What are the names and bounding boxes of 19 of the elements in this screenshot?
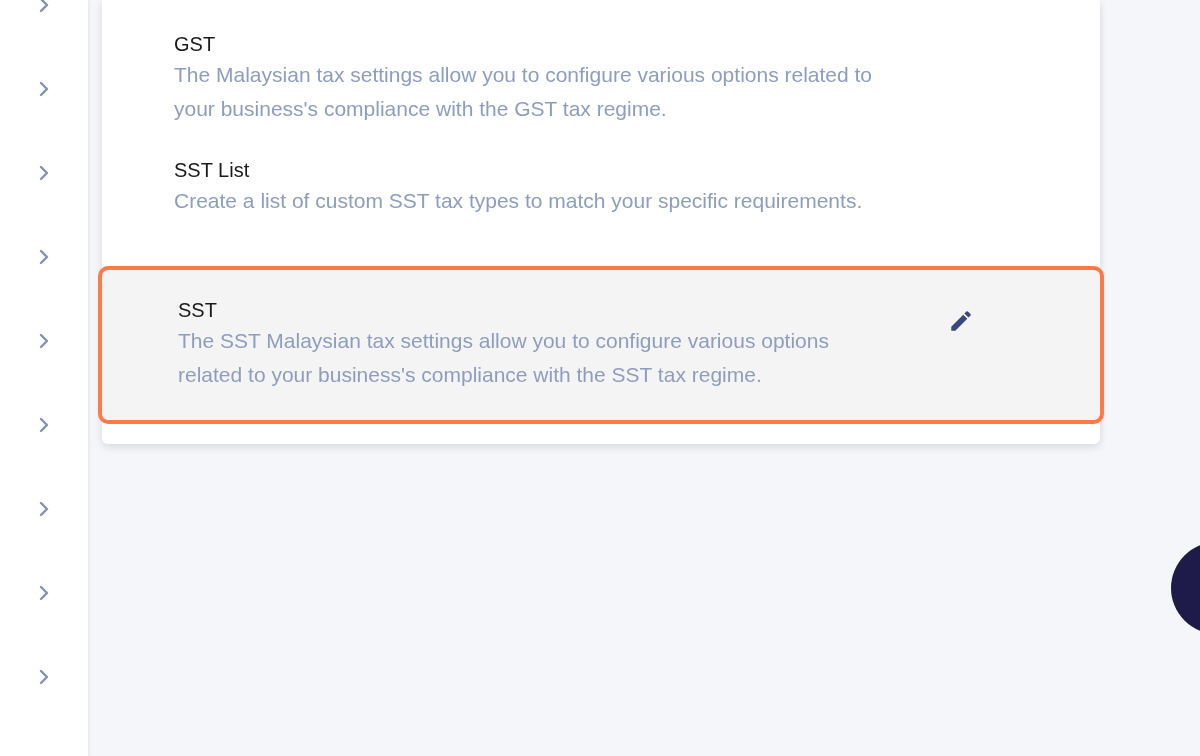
settings-row[interactable]: SST The SST Malaysian tax settings allow you to configure various options related to your business's compliance with the SST tax regime. xyxy=(98,266,1104,424)
setting-description: Create a list of custom SST tax types to match your specific requirements. xyxy=(174,188,864,214)
settings-row[interactable]: SST List Create a list of custom SST tax types to match your specific requirements. xyxy=(102,156,1100,248)
setting-description: The Malaysian tax settings allow you to configure various options related to your business's compliance with the GST tax regime. xyxy=(174,62,874,122)
setting-title: SST xyxy=(178,298,218,323)
chevron-icon xyxy=(39,333,49,349)
chevron-icon xyxy=(39,0,49,13)
chevron-icon xyxy=(39,417,49,433)
chevron-icon xyxy=(39,249,49,265)
setting-title: GST xyxy=(174,32,217,57)
chevron-icon xyxy=(39,501,49,517)
chevron-icon xyxy=(39,165,49,181)
chevron-icon xyxy=(39,585,49,601)
chevron-icon xyxy=(39,669,49,685)
setting-description: The SST Malaysian tax settings allow you to configure various options related to your business's compliance with the SST tax regime. xyxy=(178,328,830,388)
chevron-icon xyxy=(39,81,49,97)
settings-row[interactable]: GST The Malaysian tax settings allow you to configure various options related to your business's compliance with the GST tax regime. xyxy=(102,30,1100,156)
pencil-icon[interactable] xyxy=(948,308,974,334)
setting-title: SST List xyxy=(174,158,251,183)
